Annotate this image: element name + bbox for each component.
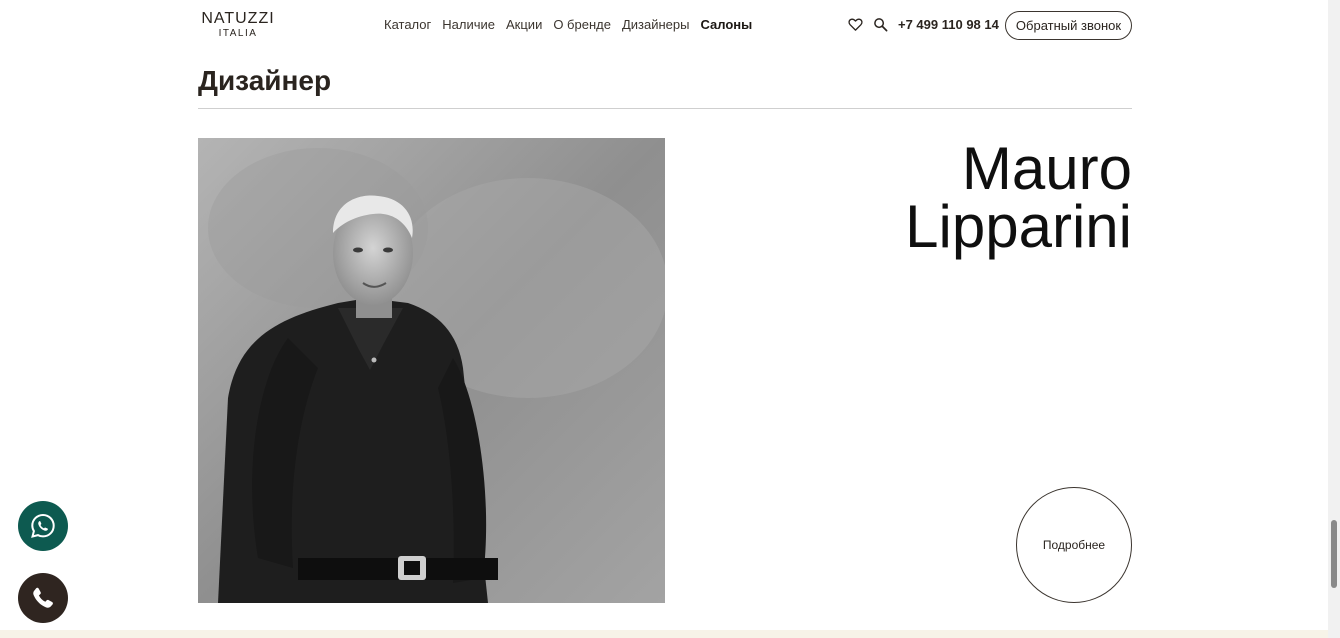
designer-first-name: Mauro xyxy=(961,135,1132,202)
search-icon[interactable] xyxy=(873,17,888,32)
divider xyxy=(198,108,1132,109)
scrollbar-thumb[interactable] xyxy=(1331,520,1337,588)
designer-last-name: Lipparini xyxy=(905,193,1132,260)
logo-main-text: NATUZZI xyxy=(201,10,275,27)
nav-item-designers[interactable]: Дизайнеры xyxy=(622,17,690,33)
whatsapp-icon xyxy=(31,513,55,538)
designer-photo xyxy=(198,138,665,603)
designer-name: Mauro Lipparini xyxy=(712,135,1132,260)
callback-button[interactable]: Обратный звонок xyxy=(1005,11,1132,40)
logo[interactable]: NATUZZI ITALIA xyxy=(198,11,278,40)
heart-icon[interactable] xyxy=(848,17,863,32)
footer-strip xyxy=(0,630,1328,638)
site-header: NATUZZI ITALIA Каталог Наличие Акции О б… xyxy=(198,0,1132,50)
main-nav: Каталог Наличие Акции О бренде Дизайнеры… xyxy=(384,17,763,33)
call-button[interactable] xyxy=(18,573,68,623)
whatsapp-button[interactable] xyxy=(18,501,68,551)
designer-photo-image xyxy=(198,138,665,603)
nav-item-catalog[interactable]: Каталог xyxy=(384,17,431,33)
nav-item-salons[interactable]: Салоны xyxy=(700,17,752,33)
nav-item-availability[interactable]: Наличие xyxy=(442,17,495,33)
nav-item-about-brand[interactable]: О бренде xyxy=(553,17,611,33)
nav-item-promotions[interactable]: Акции xyxy=(506,17,542,33)
page: NATUZZI ITALIA Каталог Наличие Акции О б… xyxy=(0,0,1328,638)
phone-number[interactable]: +7 499 110 98 14 xyxy=(898,17,999,33)
phone-icon xyxy=(33,587,53,608)
page-scrollbar[interactable] xyxy=(1328,0,1340,638)
logo-sub-text: ITALIA xyxy=(218,28,258,39)
more-button[interactable]: Подробнее xyxy=(1016,487,1132,603)
section-title: Дизайнер xyxy=(198,65,332,96)
